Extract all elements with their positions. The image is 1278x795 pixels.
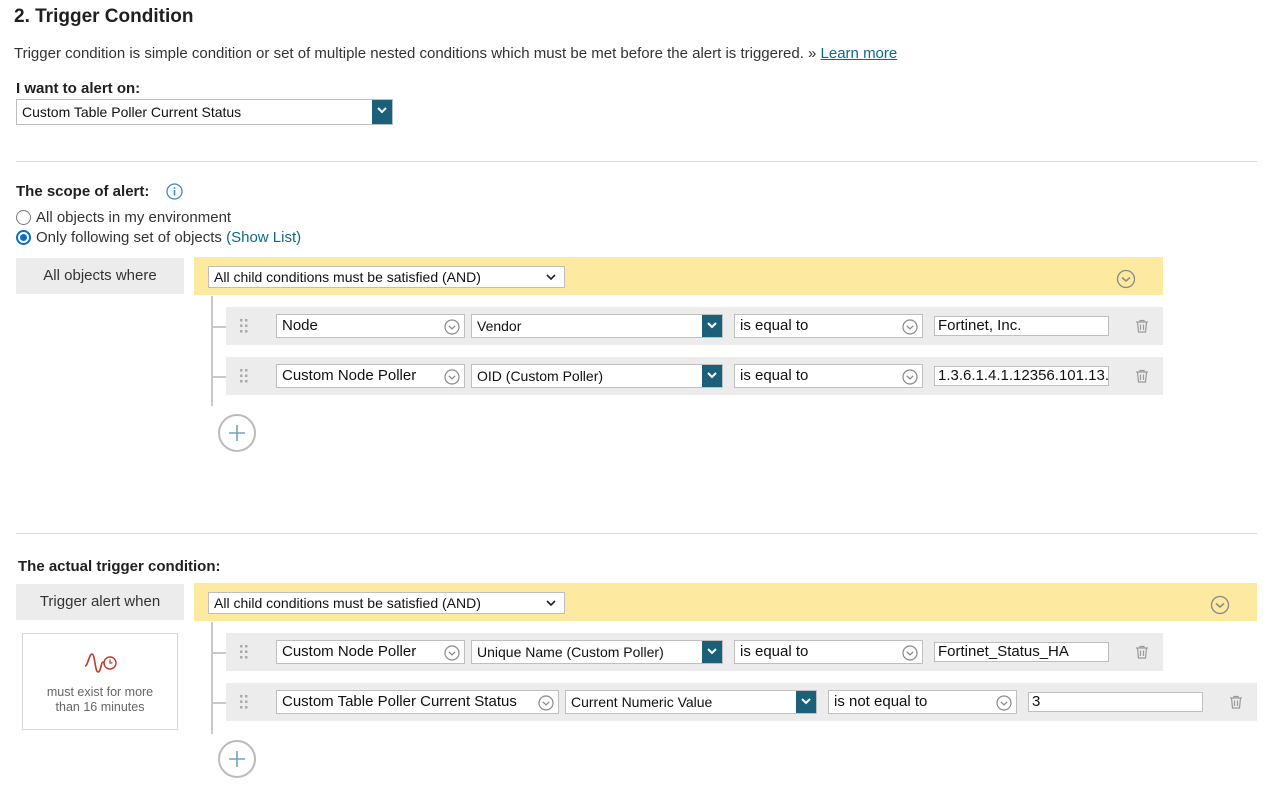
scope-group-label: All objects where bbox=[16, 258, 184, 294]
condition-field-value: Node bbox=[282, 317, 318, 334]
tree-branch bbox=[211, 702, 226, 704]
duration-box[interactable]: must exist for more than 16 minutes bbox=[22, 633, 178, 730]
radio-following-objects[interactable] bbox=[16, 230, 31, 245]
scope-group-bar: All child conditions must be satisfied (… bbox=[194, 257, 1163, 295]
tree-branch bbox=[211, 652, 226, 654]
drag-handle-icon[interactable] bbox=[239, 694, 249, 710]
condition-value-input[interactable]: 1.3.6.1.4.1.12356.101.13. bbox=[934, 366, 1109, 386]
scope-group-operator-select[interactable]: All child conditions must be satisfied (… bbox=[208, 266, 565, 288]
chevron-down-icon bbox=[538, 695, 554, 711]
drag-handle-icon[interactable] bbox=[239, 368, 249, 384]
condition-value-input[interactable]: Fortinet, Inc. bbox=[934, 316, 1109, 336]
trigger-group-bar: All child conditions must be satisfied (… bbox=[194, 583, 1257, 621]
trigger-label: The actual trigger condition: bbox=[18, 558, 221, 575]
condition-property-value: Unique Name (Custom Poller) bbox=[477, 644, 664, 660]
trigger-group-operator-select[interactable]: All child conditions must be satisfied (… bbox=[208, 592, 565, 614]
trigger-condition-row: Custom Table Poller Current Status Curre… bbox=[226, 683, 1257, 721]
condition-operator-select[interactable]: is equal to bbox=[734, 364, 923, 388]
trash-icon[interactable] bbox=[1134, 318, 1150, 334]
chevron-down-icon bbox=[444, 645, 460, 661]
tree-line bbox=[211, 296, 213, 406]
chevron-down-icon bbox=[902, 369, 918, 385]
divider bbox=[16, 161, 1257, 162]
tree-line bbox=[211, 622, 213, 734]
trigger-group-operator-value: All child conditions must be satisfied (… bbox=[214, 595, 481, 611]
condition-property-select[interactable]: OID (Custom Poller) bbox=[471, 364, 723, 388]
chevron-down-icon bbox=[444, 319, 460, 335]
trash-icon[interactable] bbox=[1134, 644, 1150, 660]
radio-following-label: Only following set of objects (Show List… bbox=[36, 229, 301, 246]
chevron-down-icon bbox=[902, 319, 918, 335]
chevron-down-icon bbox=[702, 365, 722, 387]
chevron-down-icon bbox=[546, 600, 556, 607]
chevron-down-icon bbox=[796, 691, 816, 713]
trash-icon[interactable] bbox=[1134, 368, 1150, 384]
divider bbox=[16, 533, 1257, 534]
condition-operator-value: is equal to bbox=[740, 367, 809, 384]
scope-group-operator-value: All child conditions must be satisfied (… bbox=[214, 269, 481, 285]
tree-branch bbox=[211, 326, 226, 328]
collapse-group-icon[interactable] bbox=[1116, 269, 1136, 289]
tree-branch bbox=[211, 376, 226, 378]
alert-on-label: I want to alert on: bbox=[16, 80, 141, 97]
condition-field-value: Custom Node Poller bbox=[282, 643, 417, 660]
scope-condition-row: Node Vendor is equal to Fortinet, Inc. bbox=[226, 307, 1163, 345]
trigger-condition-row: Custom Node Poller Unique Name (Custom P… bbox=[226, 633, 1163, 671]
drag-handle-icon[interactable] bbox=[239, 644, 249, 660]
alert-on-select[interactable]: Custom Table Poller Current Status bbox=[16, 99, 393, 125]
drag-handle-icon[interactable] bbox=[239, 318, 249, 334]
alert-on-value: Custom Table Poller Current Status bbox=[22, 104, 242, 120]
condition-operator-value: is equal to bbox=[740, 643, 809, 660]
info-icon[interactable] bbox=[166, 183, 183, 200]
trigger-group-label: Trigger alert when bbox=[16, 584, 184, 620]
add-trigger-condition-button[interactable] bbox=[218, 740, 256, 778]
condition-value-input[interactable]: 3 bbox=[1028, 692, 1203, 712]
condition-property-select[interactable]: Current Numeric Value bbox=[565, 690, 817, 714]
condition-field-select[interactable]: Custom Node Poller bbox=[276, 640, 465, 664]
condition-field-value: Custom Table Poller Current Status bbox=[282, 693, 517, 710]
condition-operator-select[interactable]: is equal to bbox=[734, 640, 923, 664]
condition-property-value: OID (Custom Poller) bbox=[477, 368, 604, 384]
chevron-down-icon bbox=[702, 315, 722, 337]
chevron-down-icon bbox=[444, 369, 460, 385]
condition-property-select[interactable]: Unique Name (Custom Poller) bbox=[471, 640, 723, 664]
chevron-down-icon bbox=[546, 274, 556, 281]
condition-operator-select[interactable]: is equal to bbox=[734, 314, 923, 338]
condition-field-value: Custom Node Poller bbox=[282, 367, 417, 384]
show-list-link[interactable]: (Show List) bbox=[226, 229, 301, 246]
page-title: 2. Trigger Condition bbox=[14, 6, 194, 27]
duration-text: must exist for more than 16 minutes bbox=[46, 685, 154, 714]
scope-label: The scope of alert: bbox=[16, 183, 150, 200]
scope-condition-row: Custom Node Poller OID (Custom Poller) i… bbox=[226, 357, 1163, 395]
condition-value-input[interactable]: Fortinet_Status_HA bbox=[934, 642, 1109, 662]
plus-icon bbox=[229, 425, 245, 441]
condition-field-select[interactable]: Custom Table Poller Current Status bbox=[276, 690, 559, 714]
chevron-down-icon bbox=[996, 695, 1012, 711]
radio-following-text: Only following set of objects bbox=[36, 229, 222, 246]
radio-all-label: All objects in my environment bbox=[36, 209, 232, 226]
condition-field-select[interactable]: Node bbox=[276, 314, 465, 338]
description-text: Trigger condition is simple condition or… bbox=[14, 45, 817, 62]
condition-field-select[interactable]: Custom Node Poller bbox=[276, 364, 465, 388]
condition-duration-icon bbox=[84, 653, 117, 673]
plus-icon bbox=[229, 751, 245, 767]
condition-property-select[interactable]: Vendor bbox=[471, 314, 723, 338]
condition-operator-select[interactable]: is not equal to bbox=[828, 690, 1017, 714]
trash-icon[interactable] bbox=[1228, 694, 1244, 710]
description: Trigger condition is simple condition or… bbox=[14, 45, 897, 62]
collapse-group-icon[interactable] bbox=[1210, 595, 1230, 615]
condition-operator-value: is not equal to bbox=[834, 693, 928, 710]
radio-all-objects[interactable] bbox=[16, 210, 31, 225]
condition-property-value: Vendor bbox=[477, 318, 522, 334]
condition-property-value: Current Numeric Value bbox=[571, 694, 713, 710]
chevron-down-icon bbox=[702, 641, 722, 663]
add-scope-condition-button[interactable] bbox=[218, 414, 256, 452]
chevron-down-icon bbox=[372, 100, 392, 124]
learn-more-link[interactable]: Learn more bbox=[821, 45, 898, 62]
condition-operator-value: is equal to bbox=[740, 317, 809, 334]
chevron-down-icon bbox=[902, 645, 918, 661]
